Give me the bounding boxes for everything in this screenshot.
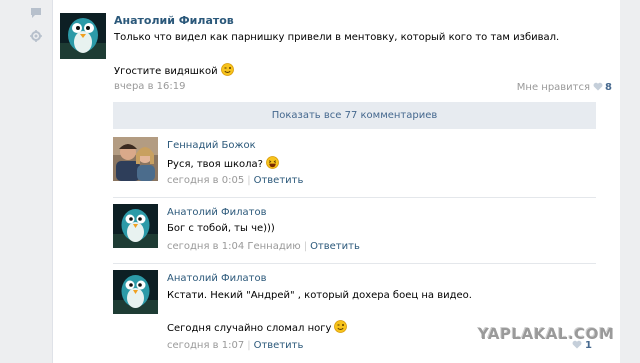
heart-icon	[593, 82, 603, 91]
post-text-line1: Только что видел как парнишку привели в …	[114, 32, 560, 43]
comment-author-name[interactable]: Анатолий Филатов	[167, 207, 266, 218]
reply-button[interactable]: Ответить	[310, 241, 360, 252]
post-time[interactable]: вчера в 16:19	[114, 81, 186, 92]
comment-text: Руся, твоя школа?	[167, 156, 279, 170]
laughing-smiley-icon	[266, 156, 279, 169]
post-like-button[interactable]: Мне нравится 8	[517, 82, 612, 93]
comment-icon[interactable]	[30, 7, 42, 19]
comment-author-name[interactable]: Геннадий Божок	[167, 140, 256, 151]
wink-smiley-icon	[220, 63, 234, 76]
reply-button[interactable]: Ответить	[254, 340, 304, 351]
gear-icon[interactable]	[30, 30, 42, 42]
comment-divider	[113, 197, 596, 198]
show-all-comments-button[interactable]: Показать все 77 комментариев	[113, 102, 596, 129]
comment-time[interactable]: сегодня в 1:07	[167, 340, 244, 351]
comment-time[interactable]: сегодня в 0:05	[167, 175, 244, 186]
reply-button[interactable]: Ответить	[254, 175, 304, 186]
heart-icon	[572, 340, 582, 349]
left-sidebar	[0, 0, 52, 363]
comment-author-avatar[interactable]	[113, 204, 158, 248]
wink-smiley-icon	[334, 320, 348, 333]
post-author-avatar[interactable]	[60, 13, 106, 59]
comment-author-avatar[interactable]	[113, 137, 158, 181]
comment-like-button[interactable]: 1	[572, 340, 592, 351]
post-author-name[interactable]: Анатолий Филатов	[114, 14, 234, 27]
comment-meta: сегодня в 1:04 Геннадию | Ответить	[167, 241, 360, 252]
comment-text-line2: Сегодня случайно сломал ногу	[167, 320, 348, 334]
comment-text: Бог с тобой, ты че)))	[167, 223, 275, 234]
comment-text-line1: Кстати. Некий "Андрей" , который дохера …	[167, 290, 472, 301]
post-text-line2: Угостите видяшкой	[114, 63, 234, 77]
comment-meta: сегодня в 1:07 | Ответить	[167, 340, 304, 351]
comment-time[interactable]: сегодня в 1:04	[167, 241, 244, 252]
comment-author-avatar[interactable]	[113, 270, 158, 314]
comment-meta: сегодня в 0:05 | Ответить	[167, 175, 304, 186]
comment-divider	[113, 263, 596, 264]
watermark-logo: YAPLAKAL.COM	[478, 325, 615, 343]
reply-to-name[interactable]: Геннадию	[247, 241, 300, 252]
comment-author-name[interactable]: Анатолий Филатов	[167, 273, 266, 284]
